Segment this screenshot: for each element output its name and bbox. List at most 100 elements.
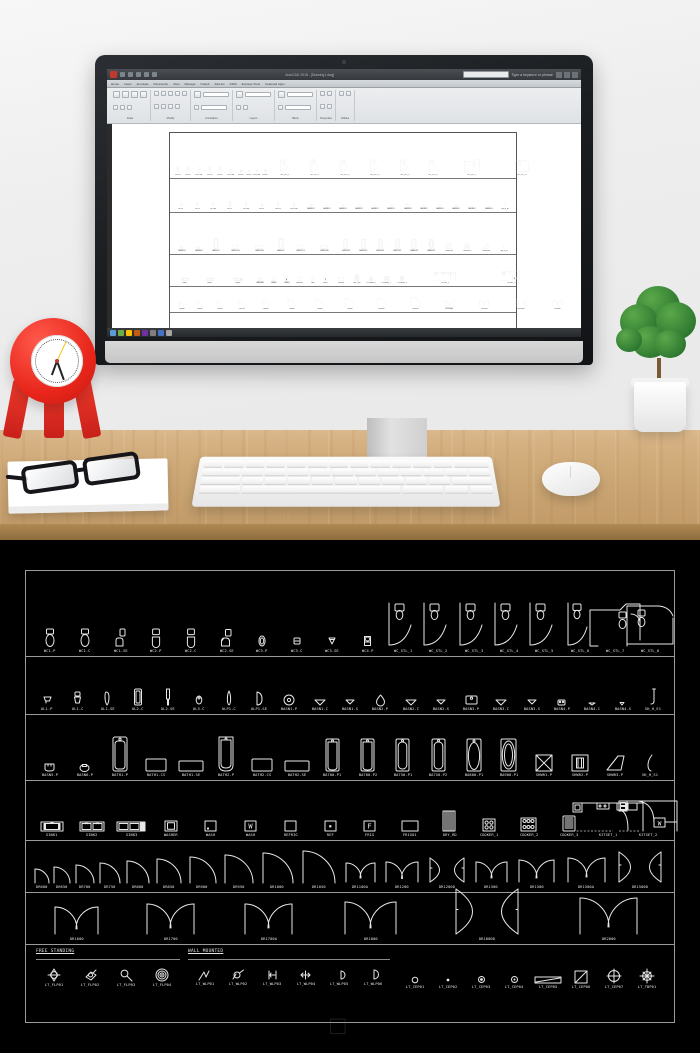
block-cell[interactable]: SH_H_E1 — [638, 688, 668, 712]
lighting-cell[interactable]: LT_WLP03 — [255, 969, 289, 987]
block-cell[interactable]: BASN4-P — [547, 699, 577, 712]
block-cell[interactable]: BATH1-SE — [173, 760, 208, 778]
block-cell[interactable]: WC2-C — [173, 628, 208, 654]
key[interactable] — [224, 460, 245, 467]
ribbon-panels[interactable]: Draw Modify Annotation Layers Block Prop… — [107, 88, 581, 124]
block-cell[interactable]: BASN1-S — [335, 698, 365, 712]
lighting-cell[interactable]: LT_WLP02 — [222, 968, 256, 987]
block-editor[interactable] — [285, 105, 311, 110]
keyboard-row[interactable] — [198, 485, 494, 493]
block-cell[interactable]: DR650 — [51, 865, 72, 890]
status-workspace-icon[interactable] — [166, 329, 172, 336]
block-cell[interactable]: UL2-C — [123, 688, 153, 712]
status-osnap-icon[interactable] — [150, 329, 156, 336]
block-cell[interactable]: WC1-SE — [103, 628, 138, 654]
block-cell[interactable]: WC3-C — [279, 628, 314, 654]
block-cell[interactable]: BATH1-P — [103, 736, 138, 778]
key[interactable] — [377, 468, 399, 476]
measure-icon[interactable] — [339, 91, 344, 96]
block-cell[interactable]: SHWR1-P — [527, 754, 562, 778]
block-cell[interactable]: WC_STL_5 — [527, 602, 562, 654]
block-cell[interactable]: DR1050 — [297, 849, 340, 890]
ribbon-panel-modify[interactable]: Modify — [151, 90, 191, 121]
block-cell[interactable]: BATH2-SE — [279, 760, 314, 778]
key[interactable] — [391, 460, 411, 467]
block-cell[interactable]: DR1700 — [122, 902, 220, 942]
block-cell[interactable]: BASN2-S — [426, 698, 456, 712]
block-cell[interactable]: DRY_RD — [430, 810, 470, 838]
block-cell[interactable]: SHWR2-P — [562, 754, 597, 778]
insert-block-icon[interactable] — [278, 91, 285, 98]
lighting-cell[interactable]: LT_WLP05 — [323, 969, 357, 987]
block-cell[interactable]: F FRIG — [350, 820, 390, 838]
mirror-tool-icon[interactable] — [182, 91, 187, 96]
quickselect-icon[interactable] — [346, 91, 351, 96]
lighting-cell[interactable]: LT_WLP04 — [289, 969, 323, 987]
layer-properties-icon[interactable] — [236, 91, 243, 98]
lighting-cell[interactable]: LT_CEP06 — [564, 970, 597, 990]
key[interactable] — [245, 460, 265, 467]
key[interactable] — [451, 477, 492, 484]
key[interactable] — [349, 460, 369, 467]
key[interactable] — [335, 477, 357, 484]
block-cell[interactable]: SH_H_S1 — [633, 754, 668, 778]
ribbon-panel-properties[interactable]: Properties — [317, 90, 336, 121]
block-cell[interactable]: WC1-C — [67, 628, 102, 654]
key[interactable] — [311, 477, 334, 484]
block-cell[interactable]: DR1700A — [220, 902, 318, 942]
block-cell[interactable]: DR1100A — [340, 861, 380, 890]
lighting-cell[interactable]: LT_CEP02 — [431, 976, 464, 990]
trim-tool-icon[interactable] — [168, 91, 173, 96]
block-cell[interactable]: UL2-SE — [153, 688, 183, 712]
block-cell[interactable]: ULP1-C — [214, 690, 244, 712]
key[interactable] — [370, 460, 390, 467]
key[interactable] — [468, 468, 491, 476]
block-cell[interactable]: SINK1 — [32, 821, 72, 838]
block-cell[interactable]: WASHER — [151, 820, 191, 838]
block-cell[interactable]: UL1-C — [62, 690, 92, 712]
status-grid-icon[interactable] — [118, 329, 124, 336]
block-cell[interactable]: DR1500A — [561, 856, 612, 890]
rectangle-tool-icon[interactable] — [113, 105, 118, 110]
block-cell[interactable]: BA800-P1 — [456, 738, 491, 778]
status-polar-icon[interactable] — [142, 329, 148, 336]
key[interactable] — [203, 460, 224, 467]
qat-open-icon[interactable] — [128, 72, 133, 77]
qat-redo-icon[interactable] — [152, 72, 157, 77]
create-block-icon[interactable] — [278, 105, 283, 110]
key[interactable] — [381, 477, 404, 484]
lighting-cell[interactable]: LT_CEP05 — [531, 976, 564, 990]
lighting-cell[interactable]: LT_WLP06 — [356, 968, 390, 987]
block-cell[interactable]: BASN6-P — [67, 762, 102, 778]
block-cell[interactable]: DR1800D — [423, 887, 549, 942]
scale-tool-icon[interactable] — [161, 104, 166, 109]
block-cell[interactable]: UL1-P — [32, 692, 62, 712]
copy-tool-icon[interactable] — [175, 91, 180, 96]
ribbon-tab-view[interactable]: View — [173, 82, 179, 86]
block-cell[interactable]: DR750 — [96, 861, 123, 890]
lighting-cell[interactable]: LT_TBP01 — [631, 968, 664, 990]
keyboard-row[interactable] — [201, 468, 491, 476]
ribbon-tab-manage[interactable]: Manage — [185, 82, 196, 86]
keyboard[interactable] — [191, 456, 501, 507]
array-tool-icon[interactable] — [168, 104, 173, 109]
block-cell[interactable]: DR1500 — [513, 858, 561, 890]
block-cell[interactable]: REF — [310, 820, 350, 838]
ribbon-panel-layers[interactable]: Layers — [233, 90, 275, 121]
line-tool-icon[interactable] — [113, 91, 120, 98]
lighting-cell[interactable]: LT_CEP07 — [598, 968, 631, 990]
block-cell[interactable]: SINK2 — [72, 821, 112, 838]
key[interactable] — [400, 468, 422, 476]
color-swatch-icon[interactable] — [320, 91, 325, 96]
block-cell[interactable]: WC_STL_4 — [491, 602, 526, 654]
block-cell[interactable]: DR1800 — [317, 900, 423, 942]
lighting-cell[interactable]: LT_FLP01 — [36, 968, 72, 988]
lighting-cell[interactable]: LT_FLP04 — [144, 968, 180, 988]
spacebar-key[interactable] — [241, 485, 401, 493]
lineweight-icon[interactable] — [320, 104, 325, 109]
block-cell[interactable]: DR700 — [72, 863, 96, 890]
ribbon-tab-insert[interactable]: Insert — [124, 82, 132, 86]
block-cell[interactable]: SINK3 — [112, 821, 152, 838]
layer-freeze-icon[interactable] — [243, 105, 248, 110]
block-cell[interactable]: ULP1-SE — [244, 690, 274, 712]
